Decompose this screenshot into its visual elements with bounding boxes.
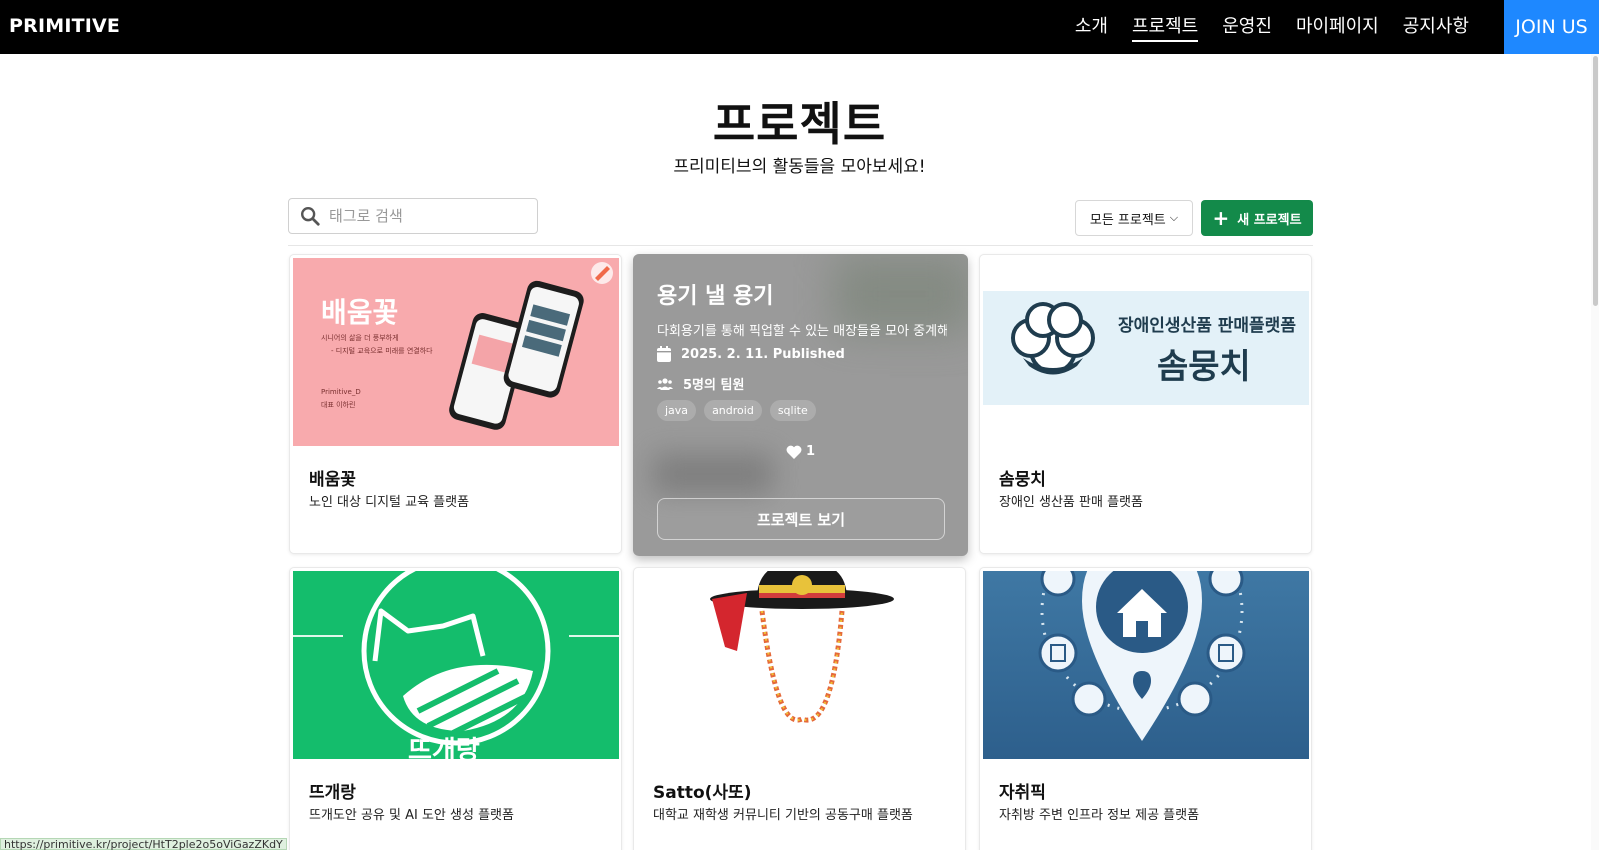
nav-link-projects[interactable]: 프로젝트 bbox=[1132, 12, 1199, 42]
project-thumbnail bbox=[983, 571, 1309, 759]
publish-date: 2025. 2. 11. Published bbox=[681, 346, 845, 362]
card-title: 뜨개랑 bbox=[309, 783, 356, 803]
project-thumbnail: 배움꽃 시니어의 삶을 더 풍부하게 - 디지털 교육으로 미래를 연결하다 P… bbox=[293, 258, 619, 446]
tag[interactable]: sqlite bbox=[769, 400, 816, 421]
project-card-yonggi-hover[interactable]: 용기 낼 용기 다회용기를 통해 픽업할 수 있는 매장들을 모아 중계해 20… bbox=[633, 254, 968, 556]
project-card-baeumkkot[interactable]: 배움꽃 시니어의 삶을 더 풍부하게 - 디지털 교육으로 미래를 연결하다 P… bbox=[289, 254, 622, 554]
nav-link-notice[interactable]: 공지사항 bbox=[1403, 12, 1469, 42]
tag[interactable]: java bbox=[657, 400, 697, 421]
nav-link-staff[interactable]: 운영진 bbox=[1222, 12, 1272, 42]
project-thumbnail: 뜨개랑 bbox=[293, 571, 619, 759]
team-row: 5명의 팀원 bbox=[657, 374, 744, 393]
card-description: 장애인 생산품 판매 플랫폼 bbox=[999, 495, 1143, 510]
card-description: 다회용기를 통해 픽업할 수 있는 매장들을 모아 중계해 bbox=[657, 324, 947, 339]
plus-icon: + bbox=[1212, 206, 1230, 230]
thumb-logo-text: 뜨개랑 bbox=[408, 736, 480, 759]
nav-link-mypage[interactable]: 마이페이지 bbox=[1296, 12, 1379, 42]
like-count[interactable]: 1 bbox=[633, 444, 968, 459]
project-card-sommungchi[interactable]: 장애인생산품 판매플랫폼 솜뭉치 솜뭉치 장애인 생산품 판매 플랫폼 bbox=[979, 254, 1312, 554]
card-title: Satto(사또) bbox=[653, 783, 752, 803]
card-title: 자취픽 bbox=[999, 783, 1046, 803]
team-count: 5명의 팀원 bbox=[683, 378, 745, 393]
project-card-jachwipick[interactable]: 자취픽 자취방 주변 인프라 정보 제공 플랫폼 bbox=[979, 567, 1312, 850]
thumb-text: 시니어의 삶을 더 풍부하게 bbox=[321, 333, 399, 342]
thumb-text: 장애인생산품 판매플랫폼 bbox=[1118, 316, 1296, 336]
card-description: 뜨개도안 공유 및 AI 도안 생성 플랫폼 bbox=[309, 808, 514, 823]
page-title: 프로젝트 bbox=[712, 97, 887, 151]
card-title: 솜뭉치 bbox=[999, 470, 1046, 490]
view-project-button[interactable]: 프로젝트 보기 bbox=[657, 498, 945, 540]
page-subtitle: 프리미티브의 활동들을 모아보세요! bbox=[673, 157, 926, 177]
search-icon bbox=[301, 207, 320, 226]
card-description: 자취방 주변 인프라 정보 제공 플랫폼 bbox=[999, 808, 1200, 823]
thumb-logo-text: 솜뭉치 bbox=[1157, 347, 1251, 387]
tag-list: java android sqlite bbox=[657, 400, 816, 421]
card-title: 용기 낼 용기 bbox=[657, 284, 774, 309]
thumb-text: Primitive_D bbox=[321, 388, 361, 396]
project-filter-select[interactable]: 모든 프로젝트 ⌵ bbox=[1075, 200, 1193, 236]
project-thumbnail: 장애인생산품 판매플랫폼 솜뭉치 bbox=[983, 258, 1309, 446]
card-title: 배움꽃 bbox=[309, 470, 356, 490]
calendar-icon bbox=[657, 346, 671, 362]
new-project-label: 새 프로젝트 bbox=[1237, 212, 1302, 228]
project-card-tteugaerang[interactable]: 뜨개랑 뜨개랑 뜨개도안 공유 및 AI 도안 생성 플랫폼 bbox=[289, 567, 622, 850]
tag-search[interactable] bbox=[288, 198, 538, 234]
nav-links: 소개 프로젝트 운영진 마이페이지 공지사항 bbox=[1075, 12, 1469, 42]
join-us-button[interactable]: JOIN US bbox=[1504, 0, 1599, 54]
thumb-text: 대표 이하린 bbox=[321, 400, 355, 409]
chevron-down-icon: ⌵ bbox=[1169, 211, 1179, 224]
thumb-logo-text: 배움꽃 bbox=[321, 296, 398, 329]
blurred-background bbox=[653, 454, 773, 494]
filter-label: 모든 프로젝트 bbox=[1089, 212, 1166, 228]
card-description: 대학교 재학생 커뮤니티 기반의 공동구매 플랫폼 bbox=[653, 808, 913, 823]
search-input[interactable] bbox=[329, 207, 519, 225]
thumb-text: - 디지털 교육으로 미래를 연결하다 bbox=[331, 346, 433, 355]
users-icon bbox=[657, 377, 673, 390]
new-project-button[interactable]: + 새 프로젝트 bbox=[1201, 200, 1313, 236]
project-card-satto[interactable]: Satto(사또) 대학교 재학생 커뮤니티 기반의 공동구매 플랫폼 bbox=[633, 567, 966, 850]
publish-date-row: 2025. 2. 11. Published bbox=[657, 346, 845, 362]
tag[interactable]: android bbox=[704, 400, 762, 421]
project-thumbnail bbox=[637, 571, 963, 759]
nav-link-about[interactable]: 소개 bbox=[1075, 12, 1108, 42]
brand-logo[interactable]: PRIMITIVE bbox=[9, 15, 120, 37]
card-description: 노인 대상 디지털 교육 플랫폼 bbox=[309, 495, 470, 510]
divider bbox=[288, 245, 1313, 246]
link-preview-statusbar: https://primitive.kr/project/HtT2ple2o5o… bbox=[0, 838, 287, 850]
like-number: 1 bbox=[805, 444, 816, 459]
top-nav: PRIMITIVE 소개 프로젝트 운영진 마이페이지 공지사항 JOIN US bbox=[0, 0, 1599, 54]
heart-icon bbox=[786, 445, 802, 459]
